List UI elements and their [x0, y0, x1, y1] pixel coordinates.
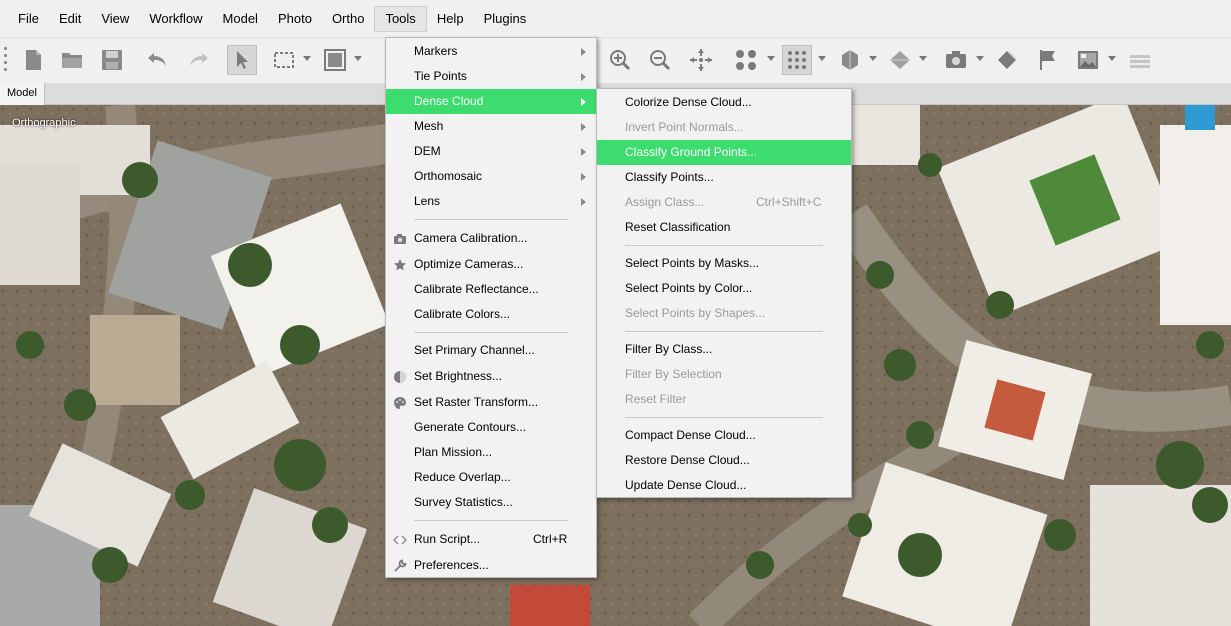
chevron-right-icon: [581, 148, 586, 156]
show-cameras-icon[interactable]: [941, 45, 971, 75]
menu-item-reset-filter[interactable]: Reset Filter: [597, 387, 851, 412]
show-tiled-model-icon[interactable]: [885, 45, 915, 75]
menu-item-compact-dense-cloud[interactable]: Compact Dense Cloud...: [597, 423, 851, 448]
menu-ortho[interactable]: Ortho: [322, 6, 375, 32]
menu-separator: [414, 332, 568, 333]
rectangle-select-icon[interactable]: [269, 45, 299, 75]
show-shapes-icon[interactable]: [992, 45, 1022, 75]
chevron-right-icon: [581, 73, 586, 81]
chevron-down-icon[interactable]: [766, 54, 776, 64]
star-icon: [394, 259, 406, 271]
menu-item-reduce-overlap[interactable]: Reduce Overlap...: [386, 465, 596, 490]
menu-item-restore-dense-cloud[interactable]: Restore Dense Cloud...: [597, 448, 851, 473]
menu-item-markers[interactable]: Markers: [386, 39, 596, 64]
menu-file[interactable]: File: [8, 6, 49, 32]
palette-icon: [394, 397, 406, 409]
save-icon[interactable]: [97, 45, 127, 75]
menu-workflow[interactable]: Workflow: [139, 6, 212, 32]
chevron-right-icon: [581, 98, 586, 106]
menu-photo[interactable]: Photo: [268, 6, 322, 32]
show-model-icon[interactable]: [835, 45, 865, 75]
menu-item-calibrate-colors[interactable]: Calibrate Colors...: [386, 302, 596, 327]
menu-item-filter-by-class[interactable]: Filter By Class...: [597, 337, 851, 362]
menu-item-calibrate-reflectance[interactable]: Calibrate Reflectance...: [386, 277, 596, 302]
menu-item-mesh[interactable]: Mesh: [386, 114, 596, 139]
dense-cloud-submenu: Colorize Dense Cloud... Invert Point Nor…: [596, 88, 852, 498]
menu-item-preferences[interactable]: Preferences...: [386, 553, 596, 578]
redo-icon[interactable]: [183, 45, 213, 75]
chevron-down-icon[interactable]: [817, 54, 827, 64]
menu-item-colorize-dense-cloud[interactable]: Colorize Dense Cloud...: [597, 90, 851, 115]
chevron-down-icon[interactable]: [302, 54, 312, 64]
menu-help[interactable]: Help: [427, 6, 474, 32]
pointer-icon[interactable]: [227, 45, 257, 75]
reset-view-icon[interactable]: [686, 45, 716, 75]
chevron-right-icon: [581, 123, 586, 131]
show-layers-icon[interactable]: [1125, 45, 1155, 75]
open-folder-icon[interactable]: [57, 45, 87, 75]
menu-item-update-dense-cloud[interactable]: Update Dense Cloud...: [597, 473, 851, 498]
menu-item-select-points-by-shapes[interactable]: Select Points by Shapes...: [597, 301, 851, 326]
undo-icon[interactable]: [143, 45, 173, 75]
menu-tools[interactable]: Tools: [374, 5, 427, 32]
menu-item-orthomosaic[interactable]: Orthomosaic: [386, 164, 596, 189]
menu-model[interactable]: Model: [213, 6, 268, 32]
new-document-icon[interactable]: [18, 45, 48, 75]
show-images-icon[interactable]: [1073, 45, 1103, 75]
tools-menu: Markers Tie Points Dense Cloud Mesh DEM …: [385, 37, 597, 578]
menu-item-set-raster-transform[interactable]: Set Raster Transform...: [386, 390, 596, 415]
main-toolbar: [0, 37, 1231, 83]
menu-separator: [414, 219, 568, 220]
toolbar-grip[interactable]: [3, 47, 9, 75]
menu-item-lens[interactable]: Lens: [386, 189, 596, 214]
script-icon: [393, 535, 407, 545]
camera-icon: [394, 234, 406, 244]
chevron-down-icon[interactable]: [353, 54, 363, 64]
menu-bar: File Edit View Workflow Model Photo Orth…: [0, 0, 1231, 37]
show-dense-cloud-icon[interactable]: [782, 45, 812, 75]
chevron-down-icon[interactable]: [868, 54, 878, 64]
menu-item-set-primary-channel[interactable]: Set Primary Channel...: [386, 338, 596, 363]
menu-item-tie-points[interactable]: Tie Points: [386, 64, 596, 89]
tab-model[interactable]: Model: [0, 83, 45, 105]
menu-item-classify-ground-points[interactable]: Classify Ground Points...: [597, 140, 851, 165]
zoom-in-icon[interactable]: [605, 45, 635, 75]
menu-item-generate-contours[interactable]: Generate Contours...: [386, 415, 596, 440]
menu-item-classify-points[interactable]: Classify Points...: [597, 165, 851, 190]
wrench-icon: [394, 559, 407, 572]
menu-item-dem[interactable]: DEM: [386, 139, 596, 164]
menu-separator: [625, 245, 823, 246]
menu-item-camera-calibration[interactable]: Camera Calibration...: [386, 226, 596, 251]
menu-item-plan-mission[interactable]: Plan Mission...: [386, 440, 596, 465]
menu-item-reset-classification[interactable]: Reset Classification: [597, 215, 851, 240]
projection-label: Orthographic: [12, 117, 76, 129]
menu-item-select-points-by-color[interactable]: Select Points by Color...: [597, 276, 851, 301]
chevron-down-icon[interactable]: [1107, 54, 1117, 64]
show-markers-icon[interactable]: [1033, 45, 1063, 75]
menu-item-run-script[interactable]: Run Script... Ctrl+R: [386, 527, 596, 552]
menu-plugins[interactable]: Plugins: [474, 6, 537, 32]
menu-item-survey-statistics[interactable]: Survey Statistics...: [386, 490, 596, 515]
menu-item-filter-by-selection[interactable]: Filter By Selection: [597, 362, 851, 387]
menu-item-select-points-by-masks[interactable]: Select Points by Masks...: [597, 251, 851, 276]
chevron-down-icon[interactable]: [918, 54, 928, 64]
resize-region-icon[interactable]: [320, 45, 350, 75]
show-points-icon[interactable]: [731, 45, 761, 75]
menu-separator: [625, 331, 823, 332]
chevron-down-icon[interactable]: [975, 54, 985, 64]
menu-separator: [625, 417, 823, 418]
menu-item-optimize-cameras[interactable]: Optimize Cameras...: [386, 252, 596, 277]
chevron-right-icon: [581, 198, 586, 206]
brightness-icon: [394, 371, 406, 383]
menu-edit[interactable]: Edit: [49, 6, 91, 32]
menu-item-invert-point-normals[interactable]: Invert Point Normals...: [597, 115, 851, 140]
menu-view[interactable]: View: [91, 6, 139, 32]
zoom-out-icon[interactable]: [645, 45, 675, 75]
menu-item-set-brightness[interactable]: Set Brightness...: [386, 364, 596, 389]
menu-item-assign-class[interactable]: Assign Class... Ctrl+Shift+C: [597, 190, 851, 215]
menu-separator: [414, 520, 568, 521]
chevron-right-icon: [581, 173, 586, 181]
menu-item-dense-cloud[interactable]: Dense Cloud: [386, 89, 596, 114]
chevron-right-icon: [581, 48, 586, 56]
